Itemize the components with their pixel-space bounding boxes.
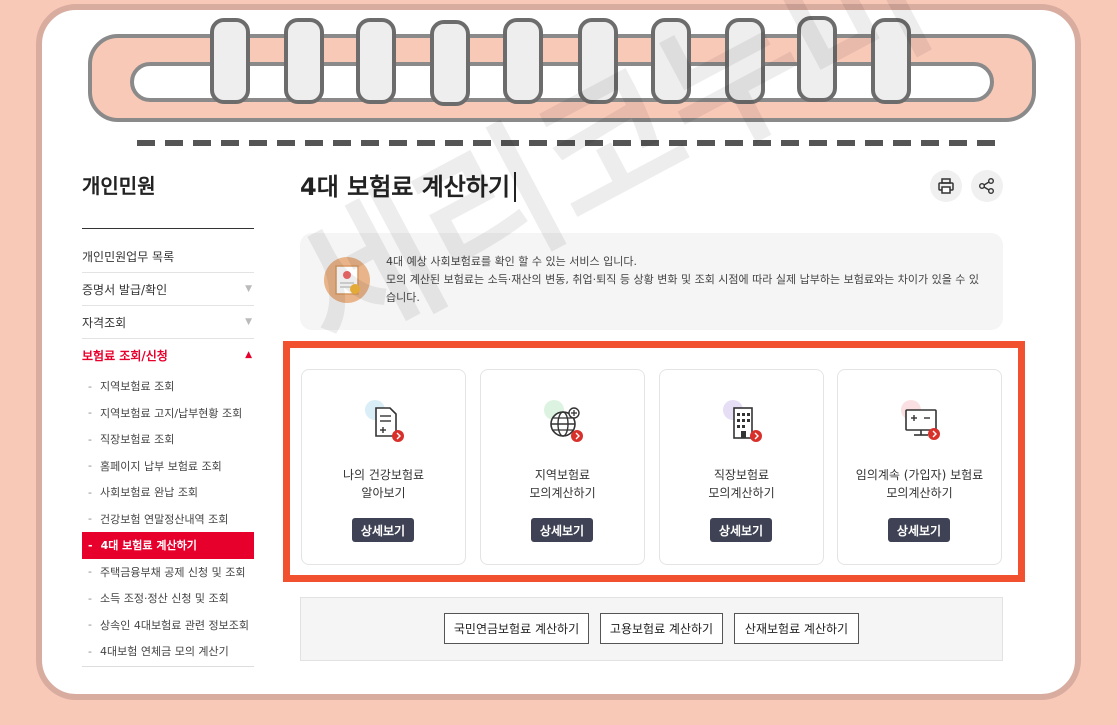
binder-ring xyxy=(503,18,543,104)
chevron-down-icon: ▼ xyxy=(245,317,252,327)
share-icon xyxy=(979,178,994,194)
binder-ring xyxy=(871,18,911,104)
sidebar-item-premium[interactable]: 보험료 조회/신청 ▲ xyxy=(82,339,254,371)
print-button[interactable] xyxy=(930,170,962,202)
employment-calc-button[interactable]: 고용보험료 계산하기 xyxy=(600,613,723,644)
submenu-item[interactable]: 지역보험료 조회 xyxy=(82,373,254,400)
submenu-item[interactable]: 소득 조정·정산 신청 및 조회 xyxy=(82,585,254,612)
service-label: 나의 건강보험료 알아보기 xyxy=(342,468,425,500)
submenu-item[interactable]: 상속인 4대보험료 관련 정보조회 xyxy=(82,612,254,639)
sidebar-item-qualification[interactable]: 자격조회 ▼ xyxy=(82,306,254,339)
notice-line: 4대 예상 사회보험료를 확인 할 수 있는 서비스 입니다. xyxy=(386,255,637,268)
document-plus-icon xyxy=(365,400,404,442)
globe-plus-icon xyxy=(544,400,583,442)
sidebar-item-label: 개인민원업무 목록 xyxy=(82,249,175,264)
dashed-divider xyxy=(137,140,995,146)
detail-button[interactable]: 상세보기 xyxy=(531,518,593,542)
sidebar-menu: 개인민원업무 목록 증명서 발급/확인 ▼ 자격조회 ▼ 보험료 조회/신청 ▲… xyxy=(82,240,254,665)
service-card-voluntary[interactable]: 임의계속 (가입자) 보험료 모의계산하기 상세보기 xyxy=(837,369,1002,565)
binder-slot xyxy=(130,62,994,102)
submenu-item-current[interactable]: 4대 보험료 계산하기 xyxy=(82,532,254,559)
sidebar-bottom-rule xyxy=(82,666,254,667)
submenu-item[interactable]: 직장보험료 조회 xyxy=(82,426,254,453)
submenu-item[interactable]: 건강보험 연말정산내역 조회 xyxy=(82,506,254,533)
detail-button[interactable]: 상세보기 xyxy=(352,518,414,542)
notice-text: 4대 예상 사회보험료를 확인 할 수 있는 서비스 입니다. 모의 계산된 보… xyxy=(386,253,986,307)
binder-ring xyxy=(725,18,765,104)
binder-ring xyxy=(356,18,396,104)
submenu-item[interactable]: 홈페이지 납부 보험료 조회 xyxy=(82,453,254,480)
notice-box: 4대 예상 사회보험료를 확인 할 수 있는 서비스 입니다. 모의 계산된 보… xyxy=(300,233,1003,330)
detail-button[interactable]: 상세보기 xyxy=(888,518,950,542)
sidebar-title: 개인민원 xyxy=(82,174,156,198)
page-title: 4대 보험료 계산하기 xyxy=(300,172,517,202)
chevron-down-icon: ▼ xyxy=(245,284,252,294)
share-button[interactable] xyxy=(971,170,1003,202)
submenu-item[interactable]: 4대보험 연체금 모의 계산기 xyxy=(82,638,254,665)
binder-ring xyxy=(797,16,837,102)
service-label: 지역보험료 모의계산하기 xyxy=(529,468,596,500)
service-label: 임의계속 (가입자) 보험료 모의계산하기 xyxy=(855,468,984,500)
sidebar-rule xyxy=(82,228,254,229)
pension-calc-button[interactable]: 국민연금보험료 계산하기 xyxy=(444,613,589,644)
binder-ring xyxy=(284,18,324,104)
submenu-item[interactable]: 주택금융부채 공제 신청 및 조회 xyxy=(82,559,254,586)
sidebar-item-label: 증명서 발급/확인 xyxy=(82,282,168,297)
service-card-workplace[interactable]: 직장보험료 모의계산하기 상세보기 xyxy=(659,369,824,565)
building-icon xyxy=(723,400,762,442)
notice-line: 모의 계산된 보험료는 소득·재산의 변동, 취업·퇴직 등 상황 변화 및 조… xyxy=(386,273,980,304)
service-label: 직장보험료 모의계산하기 xyxy=(708,468,775,500)
binder-ring xyxy=(430,20,470,106)
binder-ring xyxy=(210,18,250,104)
submenu-item[interactable]: 사회보험료 완납 조회 xyxy=(82,479,254,506)
detail-button[interactable]: 상세보기 xyxy=(710,518,772,542)
submenu-item[interactable]: 지역보험료 고지/납부현황 조회 xyxy=(82,400,254,427)
binder-ring xyxy=(651,18,691,104)
certificate-icon xyxy=(324,257,370,303)
service-card-health[interactable]: 나의 건강보험료 알아보기 상세보기 xyxy=(301,369,466,565)
sidebar-item-list[interactable]: 개인민원업무 목록 xyxy=(82,240,254,273)
calculator-monitor-icon xyxy=(901,400,940,440)
sidebar-item-label: 보험료 조회/신청 xyxy=(82,348,168,363)
binder-ring xyxy=(578,18,618,104)
industrial-calc-button[interactable]: 산재보험료 계산하기 xyxy=(734,613,859,644)
sidebar-item-certificates[interactable]: 증명서 발급/확인 ▼ xyxy=(82,273,254,306)
sidebar-item-label: 자격조회 xyxy=(82,315,127,330)
service-card-regional[interactable]: 지역보험료 모의계산하기 상세보기 xyxy=(480,369,645,565)
sidebar-submenu: 지역보험료 조회 지역보험료 고지/납부현황 조회 직장보험료 조회 홈페이지 … xyxy=(82,371,254,665)
printer-icon xyxy=(938,178,954,194)
chevron-up-icon: ▲ xyxy=(245,350,252,360)
